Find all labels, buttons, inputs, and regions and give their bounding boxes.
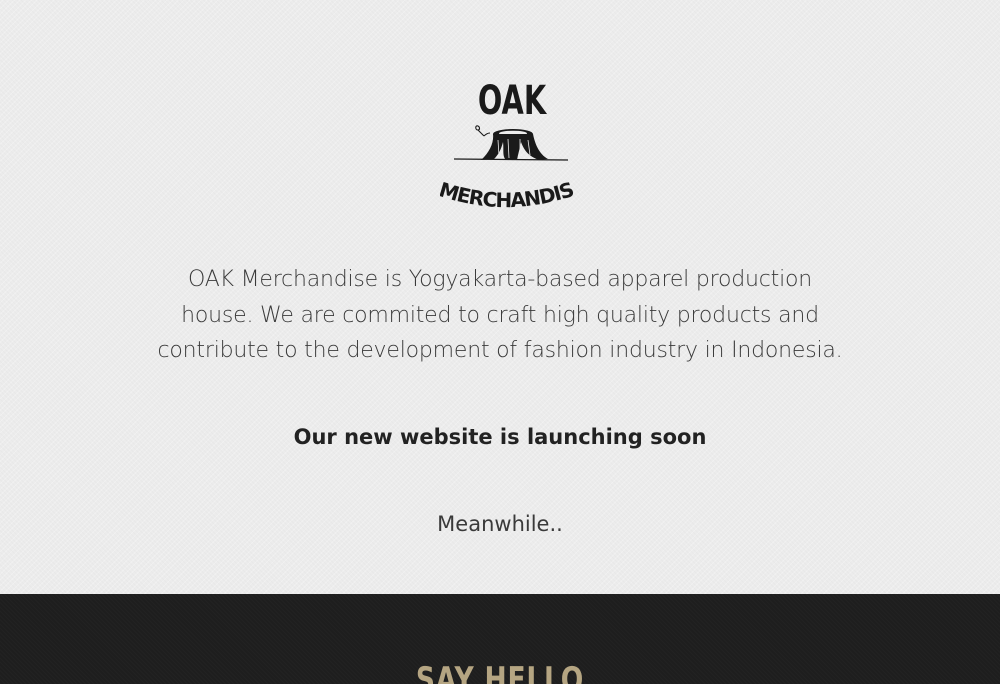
intro-paragraph: OAK Merchandise is Yogyakarta-based appa… [157, 267, 843, 363]
launch-announcement: Our new website is launching soon [293, 425, 707, 449]
meanwhile-text: Meanwhile.. [437, 512, 563, 536]
oak-merchandise-logo: OAK MERCHANDISE [440, 70, 584, 216]
tree-stump-icon [453, 125, 569, 161]
logo-graphic: OAK MERCHANDISE [440, 70, 577, 212]
say-hello-heading: SAY HELLO [415, 660, 585, 684]
logo-oak-text: OAK [478, 78, 548, 124]
footer-section: SAY HELLO [0, 594, 1000, 684]
hero-section: OAK MERCHANDISE OAK Merchandise is [0, 0, 1000, 594]
